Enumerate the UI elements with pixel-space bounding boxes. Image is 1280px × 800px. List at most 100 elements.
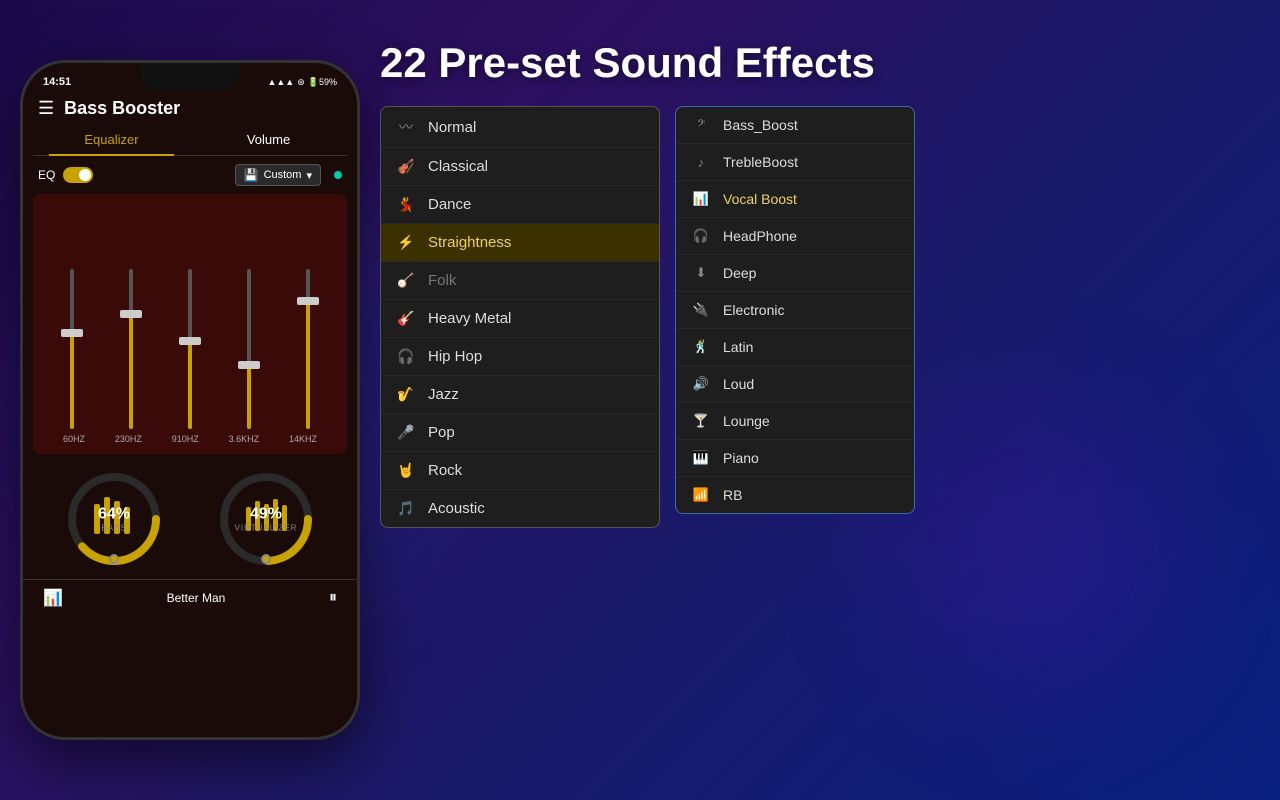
preset-label-dance: Dance — [428, 196, 471, 213]
bass-dial-text: 64% BASS — [98, 506, 130, 533]
virtualizer-dial-text: 49% VIRTUALIZER — [235, 506, 298, 533]
slider-fill-60hz — [70, 333, 74, 429]
slider-36khz[interactable] — [247, 229, 251, 429]
preset-item-straightness[interactable]: ⚡ Straightness — [381, 224, 659, 262]
preset-item-latin[interactable]: 🕺 Latin — [676, 329, 914, 366]
freq-labels: 60HZ 230HZ 910HZ 3.6KHZ 14KHZ — [43, 434, 337, 444]
slider-thumb-36khz[interactable] — [238, 361, 260, 369]
slider-track-60hz — [70, 269, 74, 429]
app-tabs: Equalizer Volume — [33, 124, 347, 156]
right-content: 22 Pre-set Sound Effects 〰 Normal 🎻 Clas… — [360, 20, 1260, 780]
preset-label-electronic: Electronic — [723, 302, 784, 318]
preset-item-deep[interactable]: ⬇ Deep — [676, 255, 914, 292]
lists-area: 〰 Normal 🎻 Classical 💃 Dance ⚡ Straightn… — [380, 106, 1240, 528]
bass-percent: 64% — [98, 506, 130, 524]
freq-label-14khz: 14KHZ — [289, 434, 317, 444]
freq-label-60hz: 60HZ — [63, 434, 85, 444]
freq-label-36khz: 3.6KHZ — [229, 434, 260, 444]
virtualizer-percent: 49% — [235, 506, 298, 524]
eq-label: EQ — [38, 168, 55, 182]
preset-label-bass-boost: Bass_Boost — [723, 117, 798, 133]
slider-track-36khz — [247, 269, 251, 429]
preset-label-rock: Rock — [428, 462, 462, 479]
preset-item-loud[interactable]: 🔊 Loud — [676, 366, 914, 403]
preset-item-acoustic[interactable]: 🎵 Acoustic — [381, 490, 659, 527]
slider-fill-230hz — [129, 314, 133, 429]
preset-item-folk[interactable]: 🪕 Folk — [381, 262, 659, 300]
eq-preset-selector[interactable]: 💾 Custom ▾ — [235, 164, 321, 186]
phone-mockup: 14:51 ♫ ▲▲▲ ⊛ 🔋59% ☰ Bass Booster Equali… — [20, 60, 360, 740]
preset-item-jazz[interactable]: 🎷 Jazz — [381, 376, 659, 414]
tab-volume[interactable]: Volume — [190, 124, 347, 155]
loud-icon: 🔊 — [691, 376, 711, 392]
preset-label: Custom — [264, 169, 302, 181]
preset-label-headphone: HeadPhone — [723, 228, 797, 244]
slider-60hz[interactable] — [70, 229, 74, 429]
preset-item-normal[interactable]: 〰 Normal — [381, 107, 659, 148]
slider-910hz[interactable] — [188, 229, 192, 429]
preset-label-pop: Pop — [428, 424, 455, 441]
tab-equalizer[interactable]: Equalizer — [33, 124, 190, 155]
bass-boost-icon: 𝄢 — [691, 117, 711, 133]
hip-hop-icon: 🎧 — [396, 348, 416, 365]
slider-track-14khz — [306, 269, 310, 429]
virtualizer-label: VIRTUALIZER — [235, 524, 298, 533]
eq-toggle[interactable] — [63, 167, 93, 183]
preset-item-electronic[interactable]: 🔌 Electronic — [676, 292, 914, 329]
preset-item-pop[interactable]: 🎤 Pop — [381, 414, 659, 452]
preset-item-headphone[interactable]: 🎧 HeadPhone — [676, 218, 914, 255]
preset-item-lounge[interactable]: 🍸 Lounge — [676, 403, 914, 440]
menu-icon[interactable]: ☰ — [38, 98, 54, 119]
preset-label-latin: Latin — [723, 339, 753, 355]
preset-label-acoustic: Acoustic — [428, 500, 485, 517]
preset-item-hip-hop[interactable]: 🎧 Hip Hop — [381, 338, 659, 376]
play-pause-icon[interactable]: ⏸ — [329, 589, 337, 607]
preset-item-classical[interactable]: 🎻 Classical — [381, 148, 659, 186]
rock-icon: 🤘 — [396, 462, 416, 479]
slider-thumb-910hz[interactable] — [179, 337, 201, 345]
preset-item-rb[interactable]: 📶 RB — [676, 477, 914, 513]
preset-label-heavy-metal: Heavy Metal — [428, 310, 511, 327]
preset-item-dance[interactable]: 💃 Dance — [381, 186, 659, 224]
slider-track-230hz — [129, 269, 133, 429]
chevron-down-icon: ▾ — [306, 169, 312, 182]
slider-230hz[interactable] — [129, 229, 133, 429]
slider-thumb-230hz[interactable] — [120, 310, 142, 318]
jazz-icon: 🎷 — [396, 386, 416, 403]
connector-dot-phone — [334, 171, 342, 179]
piano-icon: 🎹 — [691, 450, 711, 466]
freq-label-910hz: 910HZ — [172, 434, 199, 444]
headphone-icon: 🎧 — [691, 228, 711, 244]
bass-label: BASS — [98, 524, 130, 533]
freq-label-230hz: 230HZ — [115, 434, 142, 444]
app-title: Bass Booster — [64, 98, 180, 119]
preset-list-right: 𝄢 Bass_Boost ♪ TrebleBoost 📊 Vocal Boost… — [675, 106, 915, 514]
bottom-bar: 📊 Better Man ⏸ — [23, 579, 357, 616]
preset-label-lounge: Lounge — [723, 413, 770, 429]
normal-icon: 〰 — [396, 117, 416, 137]
preset-label-vocal-boost: Vocal Boost — [723, 191, 797, 207]
slider-14khz[interactable] — [306, 229, 310, 429]
slider-track-910hz — [188, 269, 192, 429]
preset-item-vocal-boost[interactable]: 📊 Vocal Boost — [676, 181, 914, 218]
status-time: 14:51 — [43, 76, 71, 88]
preset-item-bass-boost[interactable]: 𝄢 Bass_Boost — [676, 107, 914, 144]
preset-label-piano: Piano — [723, 450, 759, 466]
preset-item-heavy-metal[interactable]: 🎸 Heavy Metal — [381, 300, 659, 338]
slider-thumb-60hz[interactable] — [61, 329, 83, 337]
preset-item-rock[interactable]: 🤘 Rock — [381, 452, 659, 490]
bars-icon: 📊 — [43, 588, 63, 608]
latin-icon: 🕺 — [691, 339, 711, 355]
straightness-icon: ⚡ — [396, 234, 416, 251]
bass-dial[interactable]: 64% BASS — [64, 469, 164, 569]
preset-item-piano[interactable]: 🎹 Piano — [676, 440, 914, 477]
preset-list-left: 〰 Normal 🎻 Classical 💃 Dance ⚡ Straightn… — [380, 106, 660, 528]
preset-label-hip-hop: Hip Hop — [428, 348, 482, 365]
heavy-metal-icon: 🎸 — [396, 310, 416, 327]
preset-label-rb: RB — [723, 487, 742, 503]
virtualizer-dial[interactable]: 49% VIRTUALIZER — [216, 469, 316, 569]
classical-icon: 🎻 — [396, 158, 416, 175]
slider-thumb-14khz[interactable] — [297, 297, 319, 305]
status-wifi: ⊛ — [297, 77, 305, 88]
preset-item-treble-boost[interactable]: ♪ TrebleBoost — [676, 144, 914, 181]
